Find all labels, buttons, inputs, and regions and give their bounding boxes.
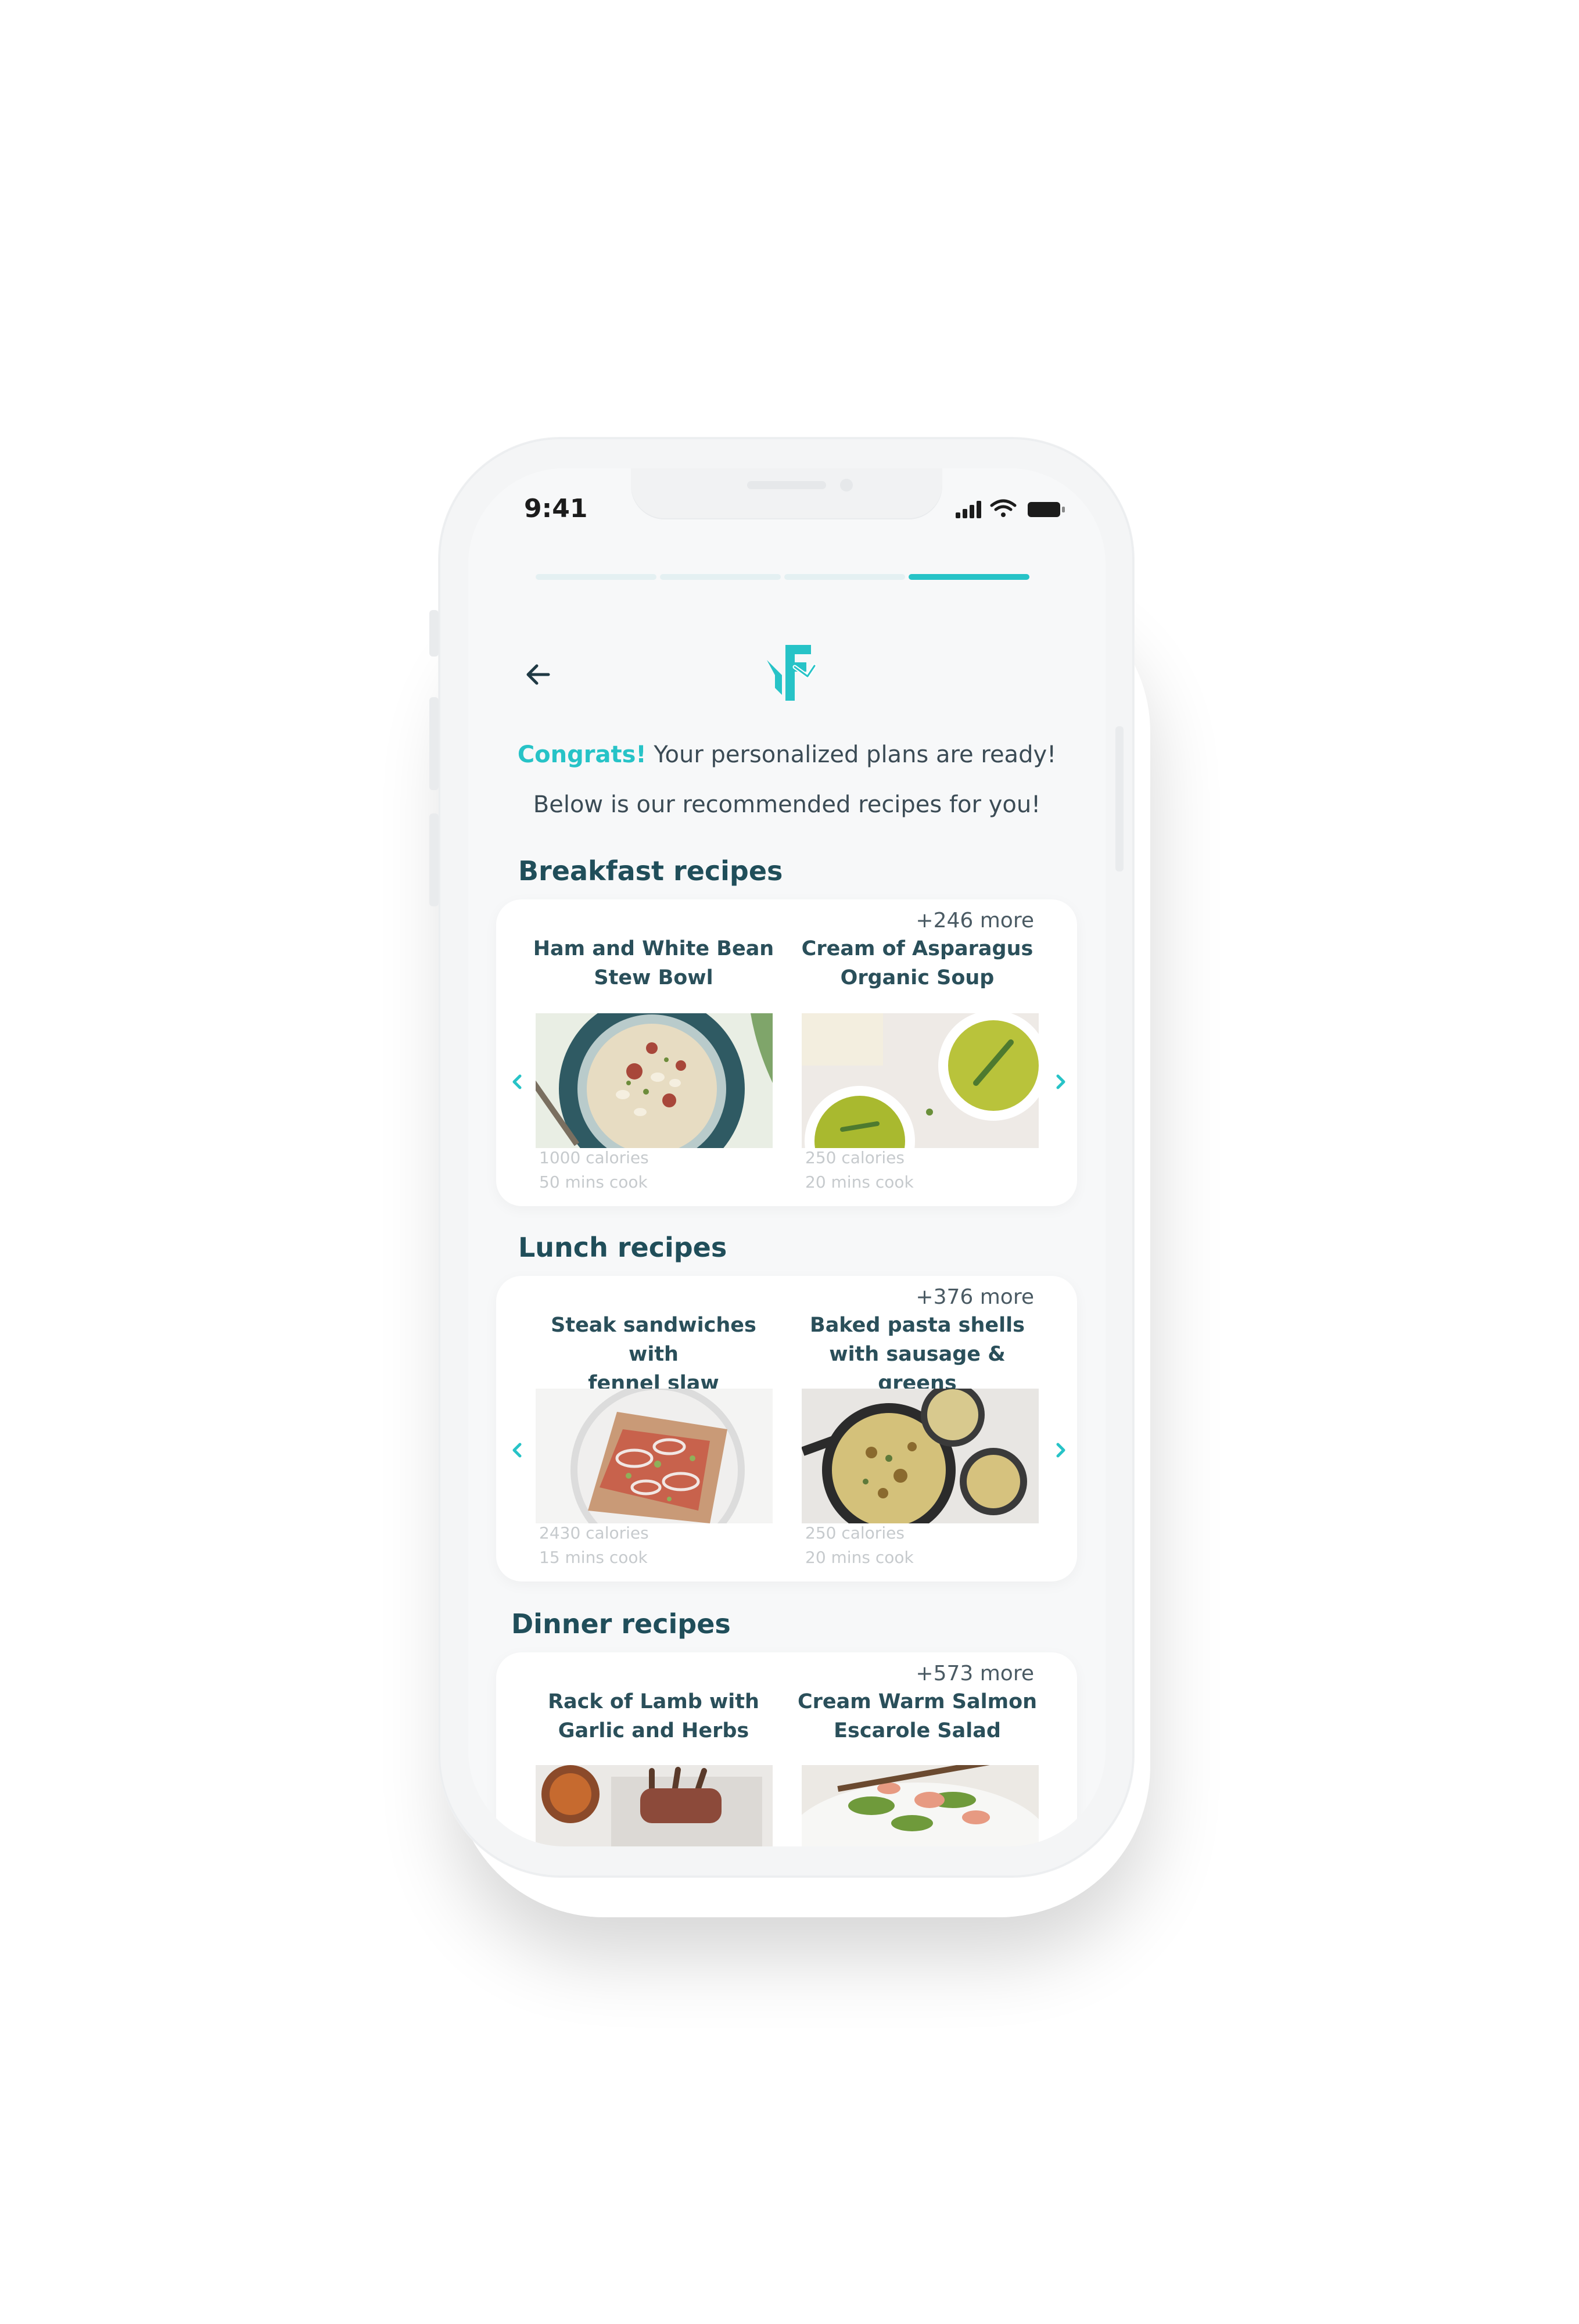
recipe-card-dinner: +573 more Rack of Lamb with Garlic and H…: [496, 1652, 1077, 1846]
recipe-meta: 1000 calories 50 mins cook: [539, 1146, 649, 1195]
recipe-calories: 2430 calories: [539, 1523, 649, 1543]
recipe-cook-time: 15 mins cook: [539, 1548, 648, 1567]
brand-logo-icon: [765, 643, 817, 706]
signal-icon: [956, 501, 981, 518]
status-time: 9:41: [524, 494, 588, 523]
recipe-title[interactable]: Rack of Lamb with Garlic and Herbs: [529, 1687, 778, 1745]
wifi-icon: [990, 499, 1017, 517]
recipe-cook-time: 20 mins cook: [805, 1548, 914, 1567]
app-screen: 9:41 Congrats! Your personalized plans a…: [468, 468, 1106, 1846]
recipe-title-line: Ham and White Bean: [533, 937, 774, 960]
battery-icon: [1028, 502, 1065, 517]
recipe-title[interactable]: Cream of Asparagus Organic Soup: [792, 934, 1042, 992]
section-title-dinner: Dinner recipes: [511, 1608, 731, 1640]
status-icons: [956, 497, 1072, 521]
chevron-left-icon[interactable]: [505, 1070, 529, 1093]
progress-step: [784, 574, 905, 580]
mute-switch: [429, 610, 439, 657]
recipe-calories: 250 calories: [805, 1523, 905, 1543]
back-button[interactable]: [518, 654, 559, 695]
recipe-title-line: Garlic and Herbs: [558, 1719, 749, 1742]
recipe-title-line: Baked pasta shells: [810, 1314, 1025, 1337]
front-camera: [840, 479, 853, 492]
recipe-image[interactable]: [802, 1765, 1039, 1846]
recipe-meta: 250 calories 20 mins cook: [805, 1146, 914, 1195]
recipe-title-line: Cream Warm Salmon: [797, 1690, 1038, 1713]
section-title-lunch: Lunch recipes: [518, 1232, 727, 1263]
recipe-title-line: Escarole Salad: [834, 1719, 1001, 1742]
recipe-title[interactable]: Baked pasta shells with sausage & greens: [792, 1311, 1042, 1398]
recipe-title[interactable]: Ham and White Bean Stew Bowl: [529, 934, 778, 992]
chevron-right-icon[interactable]: [1049, 1439, 1072, 1462]
recipe-meta: 250 calories 20 mins cook: [805, 1521, 914, 1570]
chevron-left-icon[interactable]: [505, 1439, 529, 1462]
recipe-card-lunch: +376 more Steak sandwiches with fennel s…: [496, 1276, 1077, 1581]
recipe-meta: 2430 calories 15 mins cook: [539, 1521, 649, 1570]
recipe-image[interactable]: [802, 1389, 1039, 1523]
recipe-image[interactable]: [802, 1013, 1039, 1148]
recipe-title[interactable]: Cream Warm Salmon Escarole Salad: [792, 1687, 1042, 1745]
recipe-card-breakfast: +246 more Ham and White Bean Stew Bowl C…: [496, 899, 1077, 1206]
congrats-highlight: Congrats!: [517, 741, 647, 768]
recipe-title[interactable]: Steak sandwiches with fennel slaw: [529, 1311, 778, 1398]
recipe-title-line: Steak sandwiches with: [551, 1314, 756, 1366]
progress-step-active: [909, 574, 1029, 580]
progress-step: [536, 574, 656, 580]
onboarding-progress: [536, 574, 1029, 580]
recipe-calories: 250 calories: [805, 1148, 905, 1167]
arrow-left-icon: [526, 664, 550, 685]
recipe-image[interactable]: [536, 1013, 773, 1148]
more-count[interactable]: +246 more: [916, 909, 1034, 933]
speaker: [747, 481, 826, 489]
recipe-title-line: Organic Soup: [840, 966, 995, 989]
section-title-breakfast: Breakfast recipes: [518, 855, 783, 887]
notch: [631, 468, 942, 519]
recipe-calories: 1000 calories: [539, 1148, 649, 1167]
power-button: [1115, 726, 1124, 871]
chevron-right-icon[interactable]: [1049, 1070, 1072, 1093]
recipe-cook-time: 50 mins cook: [539, 1172, 648, 1192]
volume-down-button: [429, 813, 439, 906]
more-count[interactable]: +573 more: [916, 1662, 1034, 1685]
recipe-title-line: Rack of Lamb with: [548, 1690, 759, 1713]
recommendation-subtitle: Below is our recommended recipes for you…: [533, 791, 1041, 818]
more-count[interactable]: +376 more: [916, 1285, 1034, 1309]
recipe-title-line: Cream of Asparagus: [801, 937, 1033, 960]
recipe-title-line: Stew Bowl: [594, 966, 713, 989]
recipe-image[interactable]: [536, 1765, 773, 1846]
congrats-text: Your personalized plans are ready!: [646, 741, 1057, 768]
progress-step: [660, 574, 781, 580]
congrats-message: Congrats! Your personalized plans are re…: [468, 741, 1106, 768]
recipe-image[interactable]: [536, 1389, 773, 1523]
recipe-cook-time: 20 mins cook: [805, 1172, 914, 1192]
volume-up-button: [429, 697, 439, 790]
